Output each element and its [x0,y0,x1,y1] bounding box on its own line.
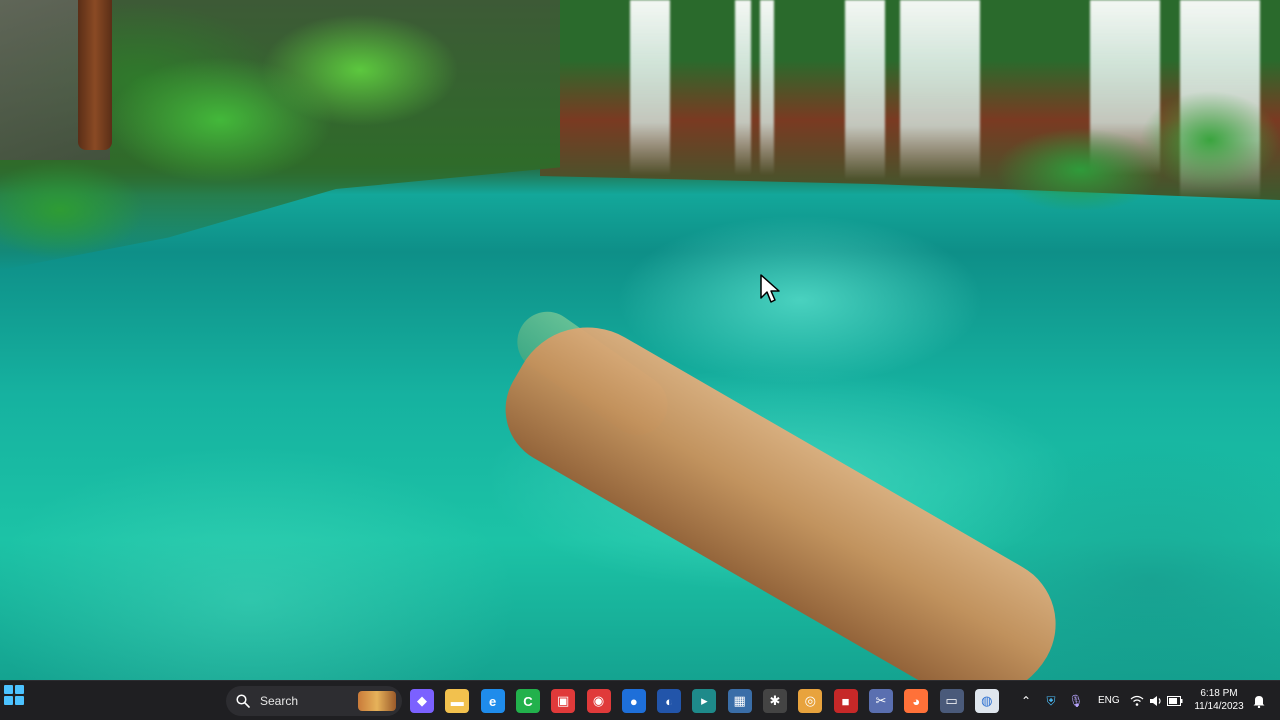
media-player-icon[interactable]: ◐ [657,689,682,713]
wallpaper-tree-trunk [78,0,112,150]
wifi-icon[interactable] [1129,693,1145,709]
notification-bell-icon[interactable] [1251,693,1267,709]
copilot-icon[interactable]: ◆ [410,689,434,713]
battery-icon[interactable] [1167,693,1183,709]
wallpaper-foliage [0,0,560,270]
snipping-tool-icon[interactable]: ✂ [868,689,893,713]
image-viewer-icon[interactable]: ▦ [727,689,752,713]
wallpaper-lake [0,180,1280,680]
desktop[interactable]: Search ◆ ▬ e C ▣ ◉ ● ◐ ▸ ▦ ✱ ◎ ■ ✂ ◕ ▭ ◍ ⌃ ⛨ 🎙 ENG 6:18 … [0,0,1280,720]
clock-date: 11/14/2023 [1194,701,1244,712]
chrome-app-icon[interactable]: ◍ [974,689,999,713]
clock-time: 6:18 PM [1200,688,1238,699]
search-highlight-image [358,691,396,711]
wallpaper-log [485,300,1080,720]
blue-circle-app-icon[interactable]: ● [621,689,646,713]
security-shield-icon[interactable]: ⛨ [1043,693,1059,709]
waterfall-shape [1090,0,1160,175]
record-icon[interactable]: ◉ [586,689,611,713]
chevron-up-icon[interactable]: ⌃ [1018,693,1034,709]
microphone-icon[interactable]: 🎙 [1068,693,1084,709]
desktop-app-icon[interactable]: ▭ [939,689,964,713]
waterfall-shape [630,0,670,175]
edge-icon[interactable]: e [480,689,505,713]
windows-logo-icon [4,696,13,705]
clock[interactable]: 6:18 PM 11/14/2023 [1192,687,1246,713]
search-icon [236,694,250,708]
search-label: Search [260,694,299,708]
chrome-icon[interactable]: ◎ [798,689,823,713]
taskbar-search-box[interactable]: Search [226,686,402,716]
red-app-icon[interactable]: ■ [833,689,858,713]
file-explorer-icon[interactable]: ▬ [445,689,470,713]
waterfall-shape [900,0,980,180]
settings-app-icon[interactable]: ✱ [763,689,787,713]
waterfall-shape [735,0,751,175]
mouse-cursor-icon [760,274,780,303]
screen-recorder-icon[interactable]: ▣ [551,689,576,713]
firefox-icon[interactable]: ◕ [904,689,929,713]
windows-logo-icon [15,685,24,694]
windows-logo-icon [15,696,24,705]
waterfall-shape [760,0,774,175]
wallpaper-rock [0,0,110,160]
camtasia-icon[interactable]: C [515,689,540,713]
wallpaper-log-submerged [505,300,680,447]
taskbar: Search ◆ ▬ e C ▣ ◉ ● ◐ ▸ ▦ ✱ ◎ ■ ✂ ◕ ▭ ◍ ⌃ ⛨ 🎙 ENG 6:18 … [0,680,1280,720]
terminal-icon[interactable]: ▸ [692,689,717,713]
language-indicator[interactable]: ENG [1098,695,1120,706]
volume-icon[interactable] [1148,693,1164,709]
start-button[interactable] [0,681,28,709]
waterfall-shape [1180,0,1260,200]
windows-logo-icon [4,685,13,694]
waterfall-shape [845,0,885,180]
